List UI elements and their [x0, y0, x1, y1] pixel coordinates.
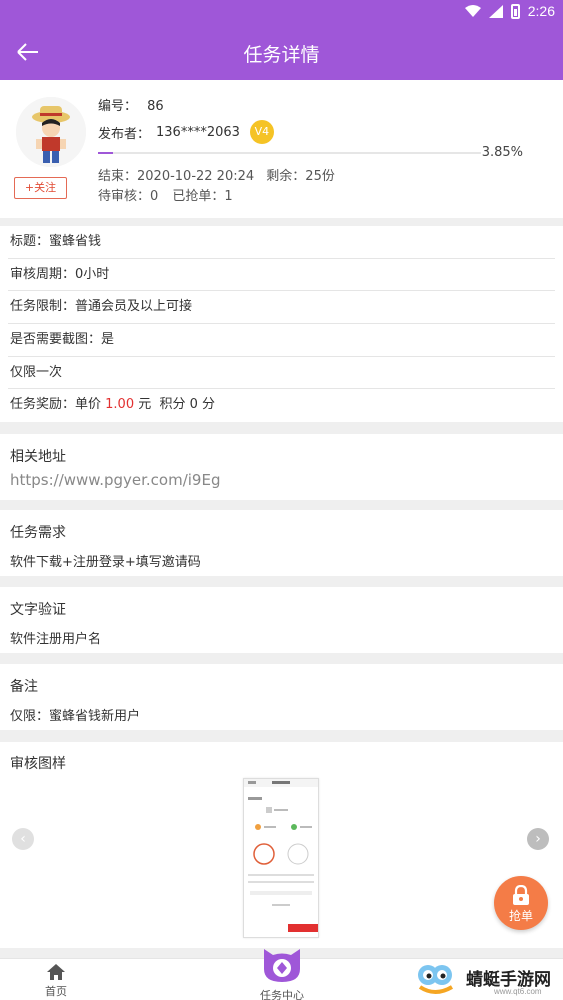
- reward-price: 1.00: [105, 397, 135, 413]
- requirement-value: 软件下载+注册登录+填写邀请码: [10, 555, 201, 570]
- review-image-heading: 审核图样: [10, 756, 66, 772]
- sample-screenshot-thumbnail: [244, 779, 318, 932]
- pending-count: 待审核：0: [98, 189, 159, 204]
- publisher-phone: 136****2063: [156, 124, 240, 140]
- status-time: 2:26: [527, 3, 555, 19]
- progress-bar: [98, 152, 481, 154]
- reward-prefix: 任务奖励：单价: [10, 397, 106, 413]
- text-verify-value: 软件注册用户名: [10, 632, 102, 647]
- grab-order-label: 抢单: [508, 909, 533, 923]
- avatar-image: [16, 97, 86, 167]
- level-badge: V4: [249, 120, 274, 144]
- task-number-row: 编号： 86: [98, 95, 164, 114]
- progress-percent: 3.85%: [481, 145, 523, 160]
- battery-icon: [510, 3, 520, 19]
- task-number: 86: [147, 99, 164, 114]
- text-verify-section: 文字验证 软件注册用户名: [0, 587, 563, 653]
- publisher-card: +关注 编号： 86 发布者： 136****2063 V4 3.85% 结束：…: [0, 80, 563, 218]
- review-image-section: 审核图样 ‹ ›: [0, 742, 563, 948]
- remark-value: 仅限：蜜蜂省钱新用户: [10, 709, 141, 724]
- detail-title: 标题：蜜蜂省钱: [8, 226, 555, 259]
- follow-button[interactable]: +关注: [14, 177, 67, 199]
- remark-section: 备注 仅限：蜜蜂省钱新用户: [0, 664, 563, 730]
- nav-task-center[interactable]: 任务中心: [254, 945, 310, 1000]
- task-number-label: 编号：: [98, 99, 138, 114]
- task-details: 标题：蜜蜂省钱 审核周期：0小时 任务限制：普通会员及以上可接 是否需要截图：是…: [0, 226, 563, 423]
- nav-home-label: 首页: [45, 985, 67, 998]
- url-link[interactable]: https://www.pgyer.com/i9Eg: [10, 471, 563, 489]
- detail-restriction: 任务限制：普通会员及以上可接: [8, 291, 555, 325]
- watermark-logo: 蜻蜓手游网 www.qt6.com: [416, 961, 561, 999]
- publisher-row: 发布者： 136****2063 V4: [98, 120, 274, 144]
- dragonfly-logo-icon: [418, 965, 454, 994]
- detail-once-only: 仅限一次: [8, 357, 555, 390]
- status-bar: 2:26: [0, 0, 563, 24]
- watermark-url: www.qt6.com: [494, 987, 542, 996]
- end-time: 结束：2020-10-22 20:24: [98, 169, 255, 184]
- bottom-nav: 首页 任务中心 蜻蜓手游网 www.qt6.com: [0, 949, 563, 1000]
- remaining-count: 剩余：25份: [266, 169, 335, 184]
- remark-heading: 备注: [10, 679, 38, 695]
- grabbed-count: 已抢单：1: [172, 189, 233, 204]
- pending-grabbed-row: 待审核：0 已抢单：1: [98, 185, 233, 204]
- task-center-icon: [264, 949, 300, 982]
- review-sample-image[interactable]: [243, 778, 319, 938]
- detail-screenshot-required: 是否需要截图：是: [8, 324, 555, 357]
- lock-icon: [513, 885, 529, 905]
- signal-icon: [488, 4, 503, 18]
- end-remaining-row: 结束：2020-10-22 20:24 剩余：25份: [98, 165, 335, 184]
- page-title: 任务详情: [243, 44, 320, 66]
- nav-task-center-label: 任务中心: [260, 989, 304, 1000]
- url-heading: 相关地址: [10, 449, 66, 465]
- reward-suffix: 元 积分 0 分: [134, 397, 216, 413]
- detail-reward: 任务奖励：单价 1.00 元 积分 0 分: [8, 389, 555, 422]
- requirement-section: 任务需求 软件下载+注册登录+填写邀请码: [0, 510, 563, 576]
- url-section: 相关地址 https://www.pgyer.com/i9Eg: [0, 434, 563, 500]
- progress-fill: [98, 152, 113, 154]
- text-verify-heading: 文字验证: [10, 602, 66, 618]
- home-icon: [47, 964, 65, 980]
- carousel-next-button[interactable]: ›: [527, 828, 549, 850]
- requirement-heading: 任务需求: [10, 525, 66, 541]
- grab-order-button[interactable]: 抢单: [494, 876, 548, 930]
- carousel-prev-button[interactable]: ‹: [12, 828, 34, 850]
- publisher-label: 发布者：: [98, 126, 151, 142]
- detail-review-period: 审核周期：0小时: [8, 259, 555, 292]
- app-header: 任务详情: [0, 24, 563, 80]
- avatar[interactable]: [16, 97, 86, 167]
- nav-home[interactable]: 首页: [34, 964, 78, 999]
- wifi-icon: [464, 5, 481, 17]
